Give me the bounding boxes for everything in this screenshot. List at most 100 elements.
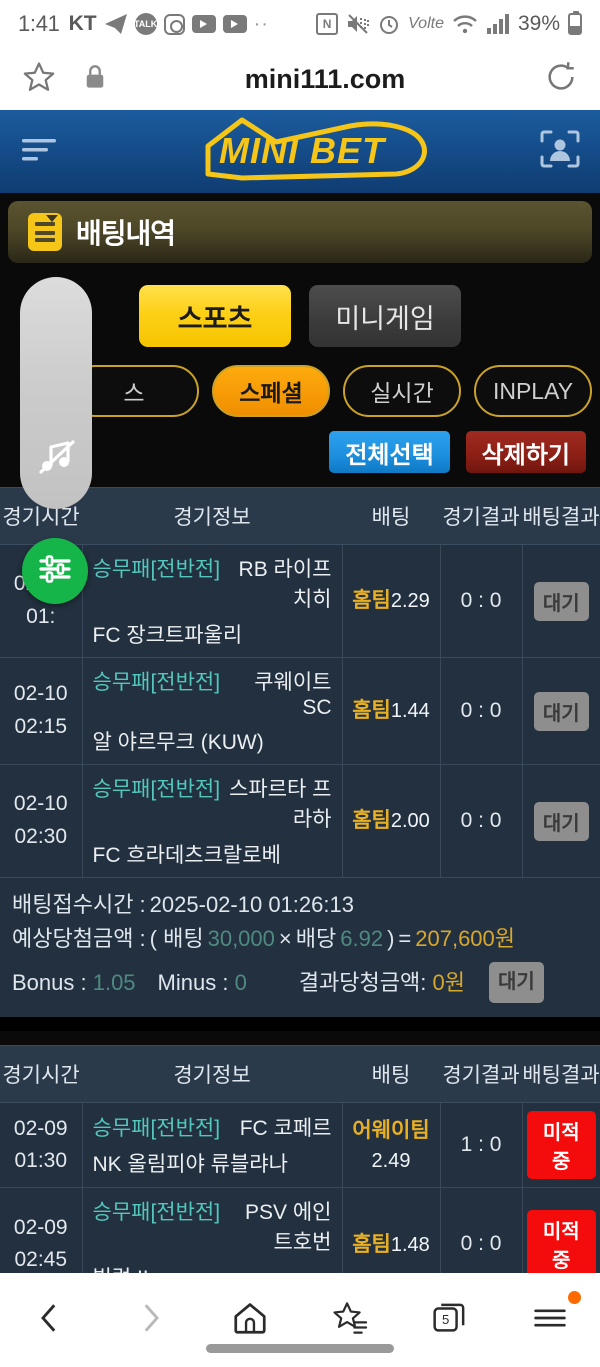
cell-match-info: 승무패[전반전] RB 라이프치히 FC 장크트파울리 [82, 544, 343, 658]
card-separator [0, 1017, 600, 1032]
page-title-bar: 배팅내역 [8, 201, 592, 263]
cell-match-info: 승무패[전반전] PSV 에인트호번빌럼 II [82, 1187, 343, 1273]
battery-percent: 39% [517, 12, 560, 35]
bet-odds: 1.48 [390, 1233, 430, 1256]
filter-pill-live[interactable]: 실시간 [343, 365, 461, 417]
cell-match-time: 02-09 02:45 [0, 1187, 83, 1273]
lock-icon [84, 64, 106, 95]
mute-icon [346, 13, 370, 35]
browser-bottom-nav: 5 [0, 1273, 600, 1367]
youtube-icon [222, 15, 247, 33]
bonus-label: Bonus : [12, 969, 87, 995]
browser-url-bar[interactable]: mini111.com [0, 48, 600, 110]
cell-bet-result: 미적중 [522, 1102, 600, 1189]
bonus-value: 1.05 [86, 969, 136, 995]
telegram-icon [104, 13, 128, 35]
stake-value: 30,000 [207, 926, 275, 952]
select-all-button[interactable]: 전체선택 [329, 431, 450, 473]
nfc-icon: N [316, 13, 339, 35]
market-label: 승무패[전반전] [92, 778, 221, 801]
bet-pick-label: 홈팀 [352, 1232, 391, 1256]
table-row[interactable]: 02-0902:45 승무패[전반전] PSV 에인트호번빌럼 II 홈팀1.48 0 … [0, 1187, 600, 1273]
header-match-result: 경기결과 [440, 1046, 522, 1104]
bet-table: 경기시간 경기정보 배팅 경기결과 배팅결과 02-09 01:30 승무패[전반전] FC 코… [0, 1046, 600, 1273]
android-home-indicator [206, 1344, 394, 1353]
bet-summary: 배팅접수시간 :2025-02-10 01:26:13 예상당첨금액 :( 배팅 3… [0, 878, 600, 1018]
site-logo[interactable]: MINI BET [150, 116, 450, 193]
bet-pick-label: 홈팀 [352, 589, 391, 613]
bet-group-list: 경기시간경기정보배팅경기결과배팅결과02-1001:승무패[전반전]RB 라이프… [0, 487, 600, 1273]
filter-pill-special[interactable]: 스페셜 [212, 365, 330, 417]
market-label: 승무패[전반전] [92, 671, 221, 694]
table-row[interactable]: 02-10 02:30 승무패[전반전] 스파르타 프라하 FC 흐라데츠크랄로베 홈팀2… [0, 764, 600, 878]
tabs-count-label: 5 [442, 1312, 449, 1327]
status-overflow: ·· [253, 12, 269, 35]
profile-scan-icon[interactable] [538, 128, 582, 175]
bet-odds: 2.29 [390, 590, 430, 613]
minus-value: 0 [228, 969, 247, 995]
nav-back-button[interactable] [15, 1293, 85, 1343]
cell-bet-pick: 홈팀2.00 [342, 764, 441, 878]
bet-pick-label: 홈팀 [352, 699, 391, 723]
cell-match-info: 승무패[전반전] FC 코페르 NK 올림피야 류블랴나 [82, 1102, 343, 1189]
bet-pick-label: 홈팀 [352, 809, 391, 833]
page-title: 배팅내역 [76, 218, 176, 249]
youtube-icon [191, 15, 216, 33]
status-bar-right: N Volte 39% [316, 11, 582, 36]
away-team-name: PSV 에인트호번 [245, 1201, 332, 1255]
nav-bookmarks-button[interactable] [315, 1293, 385, 1343]
site-header: MINI BET [0, 110, 600, 193]
nav-forward-button[interactable] [115, 1293, 185, 1343]
delete-button[interactable]: 삭제하기 [465, 431, 586, 473]
bet-group-card: 경기시간경기정보배팅경기결과배팅결과02-1001:승무패[전반전]RB 라이프… [0, 487, 600, 1018]
status-time: 1:41 [18, 11, 60, 36]
cell-match-score: 0 : 0 [440, 764, 523, 878]
table-row[interactable]: 02-09 01:30 승무패[전반전] FC 코페르 NK 올림피야 류블랴나 어웨이팀… [0, 1102, 600, 1189]
away-team-name: 쿠웨이트 SC [254, 671, 332, 719]
alarm-icon [378, 13, 400, 35]
url-title[interactable]: mini111.com [106, 64, 544, 95]
home-team-name: NK 올림피야 류블랴나 [92, 1153, 288, 1177]
cell-match-score: 0 : 0 [440, 1187, 523, 1273]
music-note-muted-icon [35, 436, 77, 483]
header-match-result: 경기결과 [440, 488, 522, 545]
page-scroll-area: MINI BET 배팅내역 스포츠 미니게임 스 스페셜 실시간 INPLAY … [0, 110, 600, 1273]
home-team-name: FC 흐라데츠크랄로베 [92, 844, 281, 867]
reload-icon[interactable] [544, 60, 578, 99]
volte-icon: Volte [408, 15, 444, 32]
away-team-name: 스파르타 프라하 [229, 778, 332, 831]
nav-tabs-button[interactable]: 5 [415, 1293, 485, 1343]
instagram-icon [163, 13, 185, 35]
settings-fab[interactable] [22, 538, 88, 604]
header-match-info: 경기정보 [82, 488, 342, 545]
expected-payout-value: 207,600원 [415, 926, 516, 952]
table-row[interactable]: 02-10 02:15 승무패[전반전] 쿠웨이트 SC 알 야르무크 (KUW) 홈팀1… [0, 657, 600, 765]
market-label: 승무패[전반전] [92, 1201, 221, 1225]
wifi-icon [452, 14, 478, 34]
status-bar-left: 1:41 KT TALK ·· [18, 11, 316, 37]
status-badge: 대기 [533, 801, 589, 841]
hamburger-menu-icon[interactable] [18, 131, 62, 172]
cell-bet-result: 대기 [522, 544, 600, 658]
accept-time-value: 2025-02-10 01:26:13 [149, 892, 354, 917]
expected-payout-label: 예상당첨금액 : [12, 926, 146, 952]
nav-home-button[interactable] [215, 1293, 285, 1343]
header-match-info: 경기정보 [82, 1046, 342, 1104]
away-team-name: RB 라이프치히 [238, 558, 332, 611]
filter-pill-inplay[interactable]: INPLAY [474, 365, 592, 417]
table-row[interactable]: 02-1001:승무패[전반전]RB 라이프치히FC 장크트파울리홈팀2.290… [0, 544, 600, 658]
tab-minigame[interactable]: 미니게임 [309, 285, 461, 347]
table-header-row: 경기시간 경기정보 배팅 경기결과 배팅결과 [0, 1046, 600, 1104]
header-bet: 배팅 [342, 488, 440, 545]
stake-label: ( 배팅 [149, 926, 204, 952]
market-label: 승무패[전반전] [92, 1117, 221, 1141]
nav-menu-button[interactable] [515, 1291, 585, 1343]
bet-table: 경기시간경기정보배팅경기결과배팅결과02-1001:승무패[전반전]RB 라이프… [0, 488, 600, 878]
cell-match-score: 1 : 0 [440, 1102, 523, 1189]
status-badge: 미적중 [526, 1210, 596, 1273]
android-status-bar: 1:41 KT TALK ·· N Volte 39% [0, 0, 600, 48]
bookmark-star-icon[interactable] [22, 60, 56, 99]
volume-overlay-pill[interactable] [20, 277, 92, 509]
home-team-name: 빌럼 II [93, 1262, 332, 1273]
tab-sports[interactable]: 스포츠 [139, 285, 291, 347]
